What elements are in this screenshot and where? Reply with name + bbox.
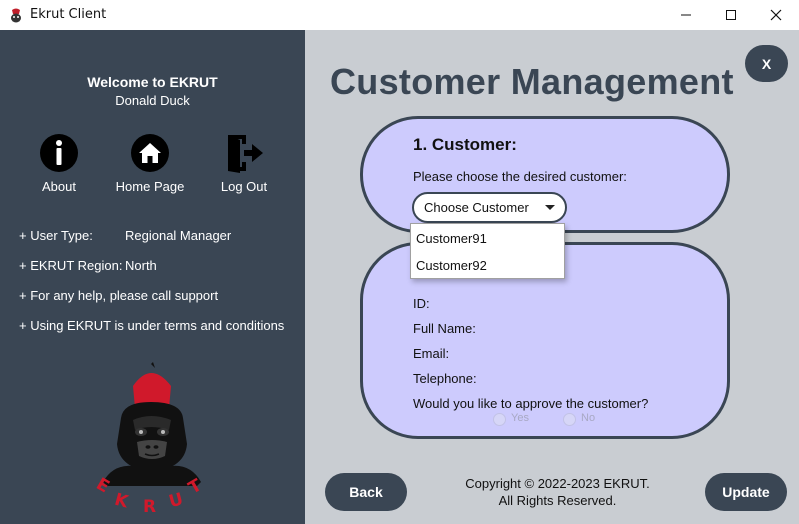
maximize-icon bbox=[726, 10, 736, 20]
about-button[interactable]: About bbox=[19, 133, 99, 199]
user-type-label: + User Type: bbox=[19, 228, 93, 243]
customer-combobox[interactable]: Choose Customer bbox=[412, 192, 567, 223]
approve-question: Would you like to approve the customer? bbox=[413, 396, 649, 411]
help-text: + For any help, please call support bbox=[19, 288, 219, 303]
dropdown-option-customer92[interactable]: Customer92 bbox=[416, 258, 487, 273]
region-label: + EKRUT Region: bbox=[19, 258, 123, 273]
radio-circle bbox=[563, 413, 576, 426]
region-value: North bbox=[125, 258, 157, 273]
app-icon bbox=[11, 8, 21, 23]
copyright: Copyright © 2022-2023 EKRUT. All Rights … bbox=[435, 475, 680, 509]
about-label: About bbox=[42, 179, 76, 194]
sidebar: Welcome to EKRUT Donald Duck About Home … bbox=[0, 30, 305, 524]
window-title: Ekrut Client bbox=[30, 7, 107, 22]
copyright-line-2: All Rights Reserved. bbox=[498, 493, 617, 508]
customer-section-title: 1. Customer: bbox=[413, 135, 517, 154]
minimize-button[interactable] bbox=[663, 0, 709, 30]
maximize-button[interactable] bbox=[708, 0, 754, 30]
full-name-label: Full Name: bbox=[413, 321, 476, 336]
radio-circle bbox=[493, 413, 506, 426]
title-bar: Ekrut Client bbox=[0, 0, 799, 30]
id-label: ID: bbox=[413, 296, 430, 311]
customer-select-card: 1. Customer: Please choose the desired c… bbox=[360, 116, 730, 233]
main-panel: Customer Management X 1. Customer: Pleas… bbox=[305, 30, 799, 524]
logout-icon bbox=[228, 135, 263, 173]
minimize-icon bbox=[681, 14, 691, 16]
user-type-value: Regional Manager bbox=[125, 228, 232, 243]
exit-button[interactable]: X bbox=[745, 45, 788, 82]
user-name: Donald Duck bbox=[115, 93, 190, 108]
home-page-button[interactable]: Home Page bbox=[110, 133, 190, 199]
terms-text: + Using EKRUT is under terms and conditi… bbox=[19, 318, 285, 333]
svg-text:R: R bbox=[143, 497, 156, 512]
close-icon bbox=[770, 9, 782, 21]
close-window-button[interactable] bbox=[753, 0, 799, 30]
svg-text:K: K bbox=[112, 490, 131, 512]
info-icon bbox=[40, 134, 78, 172]
logout-button[interactable]: Log Out bbox=[204, 133, 284, 199]
chevron-down-icon bbox=[545, 205, 555, 210]
telephone-label: Telephone: bbox=[413, 371, 477, 386]
yes-label: Yes bbox=[511, 412, 529, 424]
welcome-text: Welcome to EKRUT bbox=[87, 74, 218, 90]
no-label: No bbox=[581, 412, 596, 424]
home-page-label: Home Page bbox=[115, 179, 185, 194]
svg-text:U: U bbox=[167, 489, 186, 512]
logout-label: Log Out bbox=[220, 179, 268, 194]
customer-prompt: Please choose the desired customer: bbox=[413, 169, 627, 184]
back-button[interactable]: Back bbox=[325, 473, 407, 511]
svg-text:T: T bbox=[185, 475, 205, 498]
home-icon bbox=[131, 134, 169, 172]
email-label: Email: bbox=[413, 346, 450, 361]
page-title: Customer Management bbox=[330, 61, 734, 102]
customer-dropdown-list: Customer91 Customer92 bbox=[410, 223, 565, 279]
update-button[interactable]: Update bbox=[705, 473, 787, 511]
dropdown-option-customer91[interactable]: Customer91 bbox=[416, 231, 487, 246]
copyright-line-1: Copyright © 2022-2023 EKRUT. bbox=[465, 476, 650, 491]
ekrut-mascot-logo: E K R U T bbox=[93, 362, 206, 512]
combo-value: Choose Customer bbox=[424, 200, 529, 215]
